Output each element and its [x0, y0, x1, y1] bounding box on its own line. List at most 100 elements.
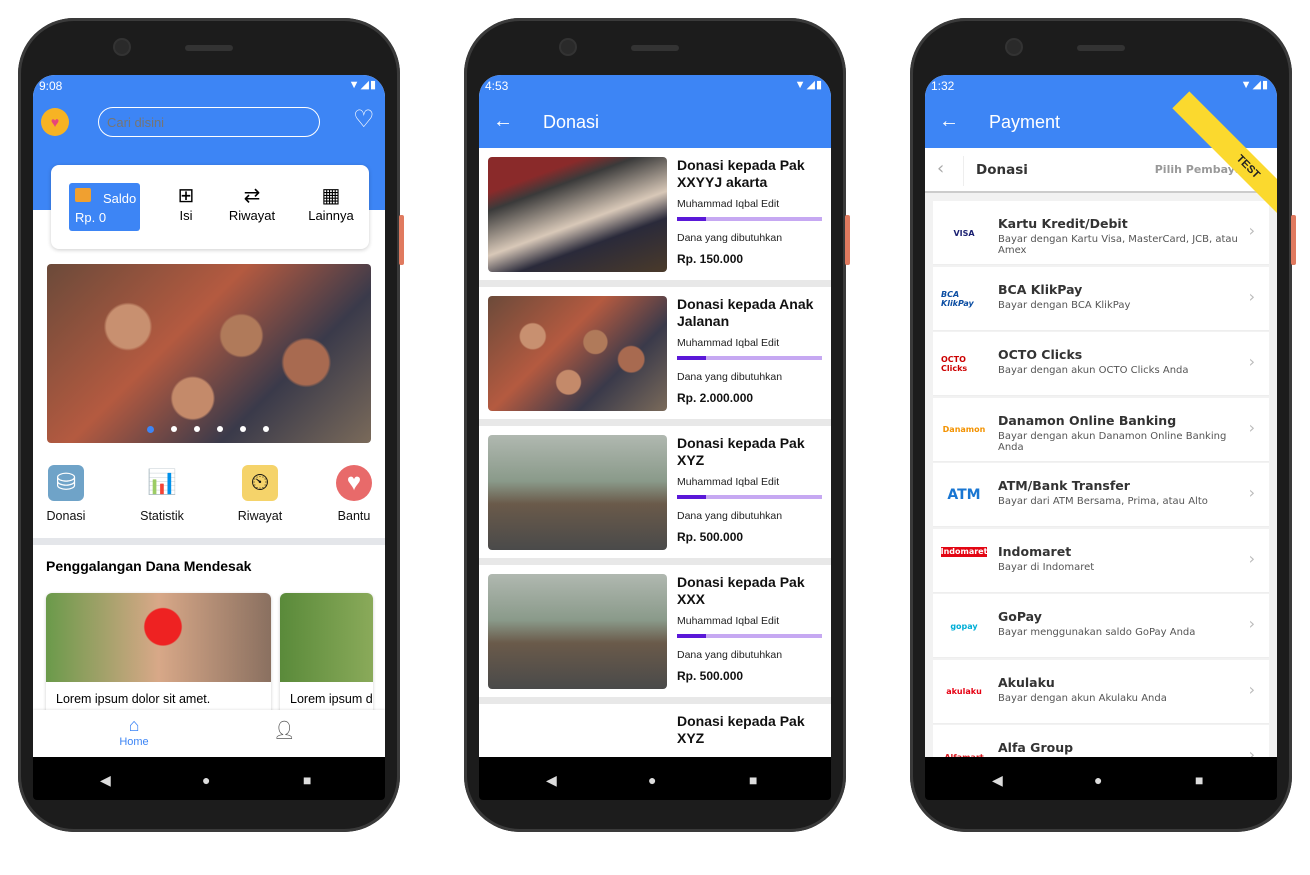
history-button[interactable]: ⇄ Riwayat: [223, 183, 281, 223]
heart-icon[interactable]: ♡: [353, 105, 375, 134]
category-donasi[interactable]: ⛁ Donasi: [33, 465, 101, 523]
back-nav-icon[interactable]: ◀: [992, 772, 1003, 789]
power-button: [399, 215, 404, 265]
profile-icon[interactable]: 👤︎: [273, 720, 296, 741]
saldo-value: Rp. 0: [75, 210, 107, 225]
chart-icon: 📊: [147, 469, 177, 496]
give-icon: ⛁: [48, 465, 84, 501]
wallet-icon: [75, 188, 91, 202]
payment-method[interactable]: Alfamart Alfa Group ›: [933, 725, 1269, 757]
recents-nav-icon[interactable]: ■: [1195, 772, 1203, 788]
home-nav-icon[interactable]: ●: [202, 772, 210, 788]
payment-logo-icon: akulaku: [941, 678, 987, 706]
search-input[interactable]: [98, 107, 320, 137]
method-name: Danamon Online Banking: [998, 412, 1177, 428]
category-statistik[interactable]: 📊 Statistik: [127, 465, 197, 523]
chevron-left-icon[interactable]: ‹: [937, 158, 944, 179]
more-button[interactable]: ▦ Lainnya: [301, 183, 361, 223]
progress-bar: [677, 217, 822, 221]
donation-user: Muhammad Iqbal Edit: [677, 337, 780, 349]
logo-text: BCA KlikPay: [941, 289, 974, 308]
recents-nav-icon[interactable]: ■: [749, 772, 757, 788]
nav-home[interactable]: ⌂ Home: [109, 715, 159, 748]
saldo-button[interactable]: Saldo Rp. 0: [69, 183, 140, 231]
heart-coin-icon: ♥: [336, 465, 372, 501]
progress-bar: [677, 495, 822, 499]
progress-bar: [677, 634, 822, 638]
payment-method[interactable]: Indomaret Indomaret Bayar di Indomaret ›: [933, 528, 1269, 593]
divider: [33, 538, 385, 545]
category-bantu[interactable]: ♥ Bantu: [319, 465, 385, 523]
donation-item[interactable]: Donasi kepada Pak XYZ Muhammad Iqbal Edit…: [479, 426, 831, 558]
donation-image: [488, 157, 667, 272]
donation-user: Muhammad Iqbal Edit: [677, 476, 780, 488]
phone-donasi: 4:53 ▼◢▮ ← Donasi Donasi kepada Pak XXYYJ…: [464, 18, 850, 832]
category-riwayat[interactable]: ⏲ Riwayat: [225, 465, 295, 523]
saldo-label: Saldo: [103, 191, 137, 206]
back-nav-icon[interactable]: ◀: [100, 772, 111, 789]
logo-text: VISA: [953, 228, 975, 238]
camera: [115, 40, 129, 54]
banner-carousel[interactable]: [47, 264, 371, 443]
chevron-right-icon: ›: [1248, 221, 1255, 240]
sub-title: Donasi: [976, 162, 1028, 178]
method-name: Indomaret: [998, 543, 1072, 559]
payment-logo-icon: Indomaret: [940, 546, 988, 557]
payment-screen: 1:32 ▼◢▮ ← Payment ‹ Donasi Pilih Pembaya…: [925, 75, 1277, 757]
method-desc: Bayar dengan Kartu Visa, MasterCard, JCB…: [998, 234, 1238, 256]
progress-fill: [677, 495, 706, 499]
history-label: Riwayat: [228, 208, 276, 223]
payment-method[interactable]: gopay GoPay Bayar menggunakan saldo GoPa…: [933, 594, 1269, 658]
power-button: [845, 215, 850, 265]
payment-method[interactable]: ATM ATM/Bank Transfer Bayar dari ATM Ber…: [933, 463, 1269, 527]
back-arrow-icon[interactable]: ←: [493, 110, 513, 133]
needed-label: Dana yang dibutuhkan: [677, 371, 783, 383]
chevron-right-icon: ›: [1248, 679, 1255, 699]
needed-label: Dana yang dibutuhkan: [677, 232, 783, 244]
donation-item[interactable]: Donasi kepada Pak XXYYJ akarta Muhammad I…: [479, 148, 831, 280]
separator: [963, 156, 964, 186]
donation-title: Donasi kepada Pak XXX: [677, 574, 805, 607]
needed-label: Dana yang dibutuhkan: [677, 510, 783, 522]
method-desc: Bayar dengan akun Akulaku Anda: [998, 692, 1167, 704]
status-time: 4:53: [485, 79, 509, 93]
home-icon: ⌂: [128, 715, 140, 735]
fundraiser-card[interactable]: Lorem ipsum d: [280, 593, 373, 723]
method-desc: Bayar dengan BCA KlikPay: [998, 299, 1131, 311]
home-nav-icon[interactable]: ●: [648, 772, 656, 788]
nav-home-label: Home: [119, 736, 149, 748]
logo-text: Indomaret: [940, 547, 988, 556]
donation-item[interactable]: Donasi kepada Pak XYZ: [479, 704, 831, 757]
card-image: [46, 593, 271, 682]
chevron-right-icon: ›: [1248, 417, 1255, 437]
donation-item[interactable]: Donasi kepada Anak Jalanan Muhammad Iqbal…: [479, 287, 831, 419]
logo-text: gopay: [950, 621, 978, 631]
back-nav-icon[interactable]: ◀: [546, 772, 557, 789]
payment-method[interactable]: OCTO Clicks OCTO Clicks Bayar dengan aku…: [933, 332, 1269, 396]
topup-button[interactable]: ⊞ Isi: [161, 183, 211, 223]
category-label: Bantu: [337, 509, 371, 523]
app-logo-icon: ♥: [41, 108, 69, 136]
payment-method[interactable]: VISA Kartu Kredit/Debit Bayar dengan Kar…: [933, 201, 1269, 265]
donation-title: Donasi kepada Pak XYZ: [677, 713, 805, 746]
donation-item[interactable]: Donasi kepada Pak XXX Muhammad Iqbal Edit…: [479, 565, 831, 697]
speaker: [1077, 45, 1125, 51]
recents-nav-icon[interactable]: ■: [303, 772, 311, 788]
method-name: GoPay: [998, 609, 1042, 624]
payment-method[interactable]: akulaku Akulaku Bayar dengan akun Akulak…: [933, 659, 1269, 724]
logo-text: ATM: [947, 487, 981, 503]
status-bar: 4:53 ▼◢▮: [479, 75, 831, 97]
progress-fill: [677, 356, 706, 360]
payment-method[interactable]: Danamon Danamon Online Banking Bayar den…: [933, 397, 1269, 462]
home-nav-icon[interactable]: ●: [1094, 772, 1102, 788]
more-label: Lainnya: [308, 208, 354, 223]
phone-home: 9:08▼◢▮ ♥ ♡ Saldo Rp. 0 ⊞Isi ⇄Riwayat ▦L…: [18, 18, 404, 832]
progress-bar: [677, 356, 822, 360]
status-icons: ▼◢▮: [1240, 79, 1269, 91]
back-arrow-icon[interactable]: ←: [939, 110, 959, 133]
page-title: Payment: [989, 112, 1061, 132]
payment-method[interactable]: BCA KlikPay BCA KlikPay Bayar dengan BCA…: [933, 266, 1269, 331]
progress-fill: [677, 634, 706, 638]
swap-icon: ⇄: [243, 185, 261, 207]
fundraiser-card[interactable]: Lorem ipsum dolor sit amet.: [46, 593, 271, 723]
